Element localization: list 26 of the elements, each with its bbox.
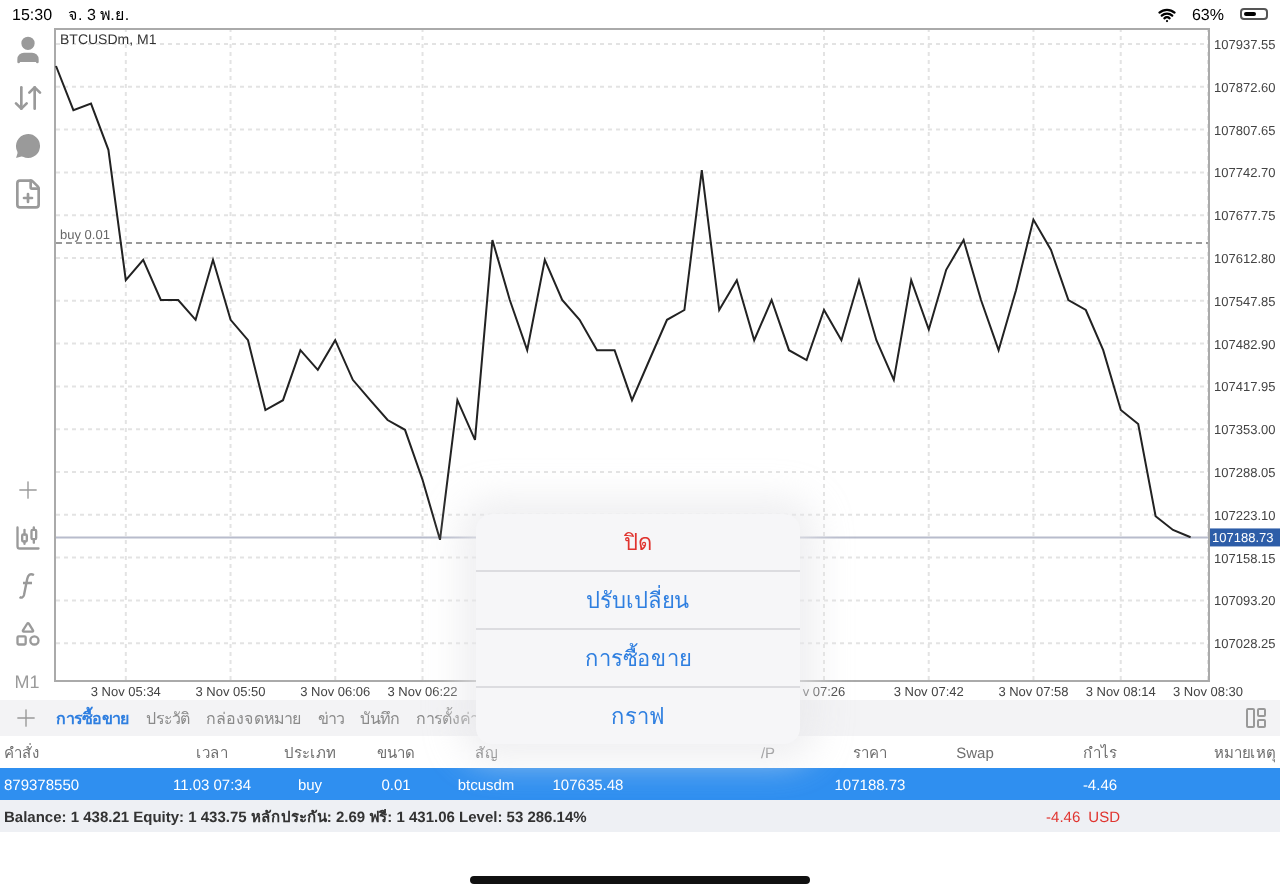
wifi-icon bbox=[1157, 5, 1176, 23]
date: จ. 3 พ.ย. bbox=[68, 3, 130, 27]
new-order-icon[interactable] bbox=[11, 178, 43, 210]
add-icon[interactable] bbox=[12, 704, 40, 732]
trade-arrows-icon[interactable] bbox=[11, 82, 43, 114]
candlestick-icon[interactable] bbox=[13, 524, 41, 552]
tab[interactable]: การตั้งค่า bbox=[416, 705, 478, 731]
chat-icon[interactable] bbox=[11, 130, 43, 162]
tab[interactable]: กล่องจดหมาย bbox=[206, 705, 302, 731]
tab[interactable]: ข่าว bbox=[318, 705, 344, 731]
battery-percent: 63% bbox=[1191, 5, 1224, 23]
timeframe-button[interactable]: M1 bbox=[5, 664, 49, 700]
menu-item[interactable]: กราฟ bbox=[476, 686, 800, 744]
crosshair-icon[interactable] bbox=[13, 476, 41, 504]
battery-icon bbox=[1240, 8, 1268, 20]
tab[interactable]: ประวัติ bbox=[146, 705, 190, 731]
account-icon[interactable] bbox=[11, 34, 43, 66]
layout-icon[interactable] bbox=[1244, 706, 1268, 730]
tab[interactable]: บันทึก bbox=[360, 705, 400, 731]
function-icon[interactable] bbox=[17, 572, 37, 600]
menu-item[interactable]: ปิด bbox=[476, 514, 800, 570]
menu-item[interactable]: ปรับเปลี่ยน bbox=[476, 570, 800, 628]
menu-item[interactable]: การซื้อขาย bbox=[476, 628, 800, 686]
clock: 15:30 bbox=[12, 5, 53, 23]
tab[interactable]: การซื้อขาย bbox=[56, 705, 130, 731]
objects-icon[interactable] bbox=[13, 620, 41, 648]
